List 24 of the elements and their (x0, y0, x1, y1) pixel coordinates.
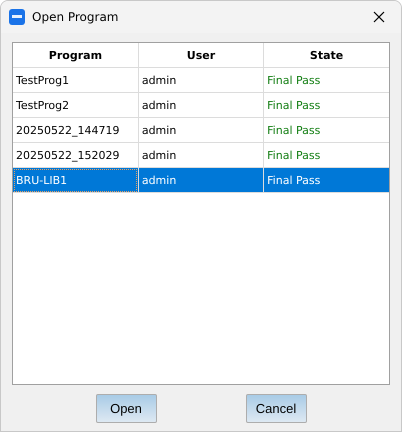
table-row[interactable]: BRU-LIB1 admin Final Pass (13, 168, 389, 192)
table-cell: admin (138, 68, 264, 92)
column-header[interactable]: State (264, 43, 389, 68)
window-title: Open Program (32, 10, 120, 24)
table-row[interactable]: TestProg1 admin Final Pass (13, 68, 389, 92)
table-cell: TestProg1 (13, 68, 138, 92)
table-cell: BRU-LIB1 (13, 168, 138, 192)
table-cell: Final Pass (264, 168, 389, 192)
table-cell: admin (138, 92, 264, 118)
close-icon (373, 11, 385, 23)
table-cell: 20250522_144719 (13, 118, 138, 142)
table-cell: Final Pass (264, 68, 389, 92)
column-header[interactable]: Program (13, 43, 138, 68)
table-cell: TestProg2 (13, 92, 138, 118)
open-button[interactable]: Open (96, 394, 156, 422)
table-cell: Final Pass (264, 118, 389, 142)
column-header[interactable]: User (138, 43, 264, 68)
table-cell: Final Pass (264, 92, 389, 118)
app-icon (9, 9, 25, 25)
table-cell: admin (138, 168, 264, 192)
cancel-button[interactable]: Cancel (246, 394, 306, 422)
table-row[interactable]: 20250522_144719 admin Final Pass (13, 118, 389, 142)
table-row[interactable]: TestProg2 admin Final Pass (13, 92, 389, 118)
table-cell: admin (138, 118, 264, 142)
